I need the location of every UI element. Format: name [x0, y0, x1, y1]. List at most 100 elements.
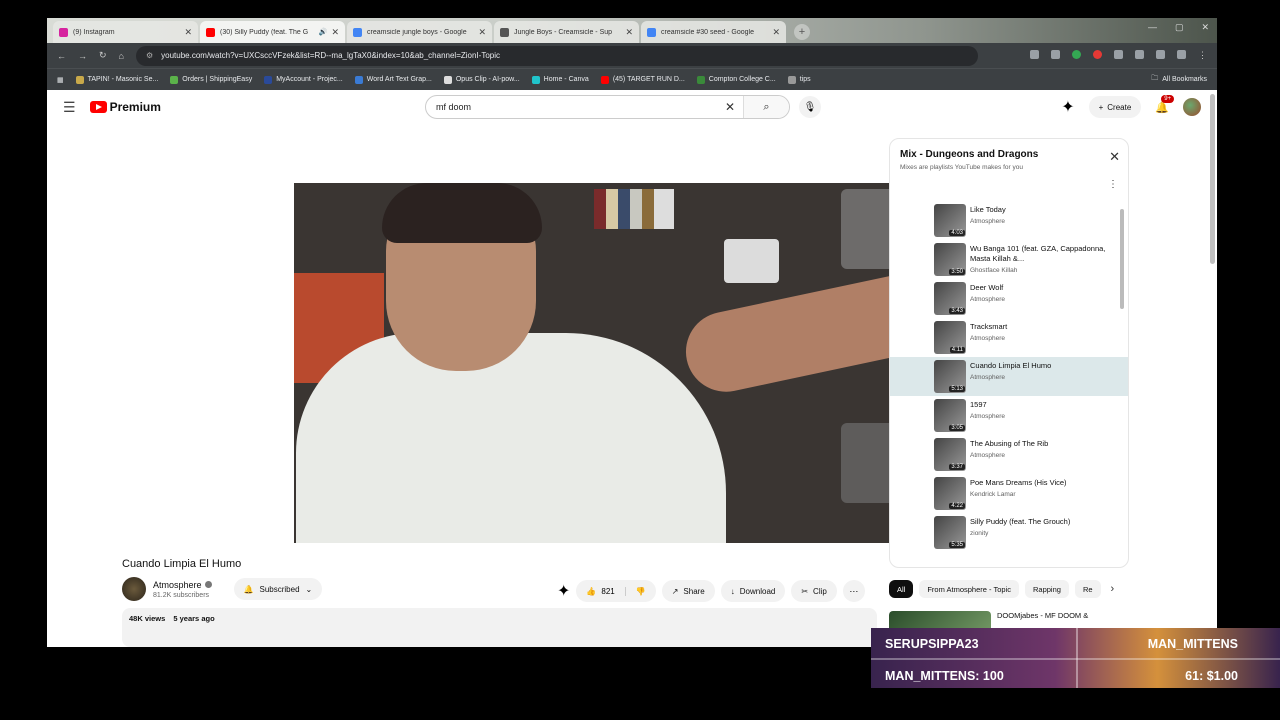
guide-menu-icon[interactable]: ☰	[63, 99, 76, 116]
search-input[interactable]	[426, 102, 717, 112]
playlist-thumbnail[interactable]: 3:37	[934, 438, 966, 471]
speaker-icon[interactable]: 🔊	[319, 28, 328, 36]
minimize-icon[interactable]: —	[1148, 22, 1157, 33]
like-button[interactable]: 👍 821	[576, 586, 626, 596]
playlist-item[interactable]: 3:50 Wu Banga 101 (feat. GZA, Cappadonna,…	[890, 240, 1128, 279]
install-icon[interactable]	[1030, 50, 1039, 59]
new-tab-button[interactable]: +	[794, 24, 810, 40]
subscribed-button[interactable]: 🔔 Subscribed ⌄	[233, 578, 323, 600]
playlist-thumbnail[interactable]: 4:22	[934, 477, 966, 510]
close-tab-icon[interactable]: ✕	[625, 27, 633, 38]
playlist-thumbnail[interactable]: 4:11	[934, 321, 966, 354]
bookmark-item[interactable]: tips	[787, 75, 811, 84]
view-count: 48K views	[129, 614, 166, 623]
browser-tab[interactable]: Jungle Boys - Creamsicle - Sup ✕	[494, 21, 639, 43]
account-avatar[interactable]	[1183, 98, 1201, 116]
bookmark-item[interactable]: Word Art Text Grap...	[354, 75, 432, 84]
playlist-item[interactable]: 4:22 Poe Mans Dreams (His Vice) Kendrick L…	[890, 474, 1128, 513]
playlist-item[interactable]: 3:37 The Abusing of The Rib Atmosphere	[890, 435, 1128, 474]
browser-tab[interactable]: (9) Instagram ✕	[53, 21, 198, 43]
playlist-title[interactable]: Mix - Dungeons and Dragons	[900, 149, 1118, 160]
playlist-item[interactable]: 3:43 Deer Wolf Atmosphere	[890, 279, 1128, 318]
more-vert-icon[interactable]: ⋮	[1108, 179, 1118, 190]
bookmark-item[interactable]: TAPIN! - Masonic Se...	[75, 75, 158, 84]
playlist-item[interactable]: 3:05 1597 Atmosphere	[890, 396, 1128, 435]
bell-icon: 🔔	[243, 584, 254, 594]
extension-icon[interactable]	[1114, 50, 1123, 59]
apps-grid-icon[interactable]: ▦	[57, 76, 64, 84]
duration-badge: 3:05	[949, 425, 965, 431]
site-info-icon[interactable]: ⚙	[146, 51, 153, 60]
filter-chip[interactable]: All	[889, 580, 914, 598]
bookmark-item[interactable]: Opus Clip - AI-pow...	[443, 75, 520, 84]
description-box[interactable]: 48K views 5 years ago	[122, 608, 877, 647]
playlist-item[interactable]: 4:03 Like Today Atmosphere	[890, 201, 1128, 240]
playlist-thumbnail[interactable]: 5:13	[934, 360, 966, 393]
playlist-item[interactable]: 4:11 Tracksmart Atmosphere	[890, 318, 1128, 357]
dislike-button[interactable]: 👎	[626, 587, 656, 596]
download-button[interactable]: ↓ Download	[720, 580, 786, 602]
browser-tab[interactable]: creamsicle #30 seed - Google ✕	[641, 21, 786, 43]
playlist-thumbnail[interactable]: 4:03	[934, 204, 966, 237]
extensions-puzzle-icon[interactable]	[1135, 50, 1144, 59]
create-button[interactable]: + Create	[1088, 96, 1142, 118]
close-tab-icon[interactable]: ✕	[184, 27, 192, 38]
browser-tab[interactable]: (30) Silly Puddy (feat. The G 🔊 ✕	[200, 21, 345, 43]
more-actions-button[interactable]: ⋯	[842, 580, 865, 602]
share-button[interactable]: ↗ Share	[661, 580, 715, 602]
reload-icon[interactable]: ↻	[99, 50, 107, 61]
address-bar[interactable]: ⚙ youtube.com/watch?v=UXCsccVFzek&list=R…	[135, 45, 978, 66]
bookmark-item[interactable]: Home - Canva	[531, 75, 589, 84]
playlist-item-title: Silly Puddy (feat. The Grouch)	[970, 517, 1071, 526]
filter-chip[interactable]: Re	[1074, 580, 1101, 598]
bookmark-star-icon[interactable]	[1051, 50, 1060, 59]
forward-icon[interactable]: →	[78, 51, 87, 61]
youtube-logo[interactable]: Premium	[89, 100, 161, 114]
playlist-thumbnail[interactable]: 3:43	[934, 282, 966, 315]
thumbs-up-icon: 👍	[586, 586, 597, 596]
bookmark-item[interactable]: (45) TARGET RUN D...	[600, 75, 685, 84]
sidebar-icon[interactable]	[1156, 50, 1165, 59]
bookmark-item[interactable]: Orders | ShippingEasy	[170, 75, 252, 84]
bookmark-favicon-icon	[696, 75, 705, 84]
maximize-icon[interactable]: ▢	[1175, 22, 1184, 33]
notifications-button[interactable]: 🔔 9+	[1155, 94, 1175, 114]
page-scrollbar[interactable]	[1210, 94, 1215, 264]
close-tab-icon[interactable]: ✕	[772, 27, 780, 38]
profile-icon[interactable]	[1177, 50, 1186, 59]
extension-icon[interactable]	[1093, 50, 1102, 59]
gemini-sparkle-icon[interactable]: ✦	[1061, 97, 1074, 117]
home-icon[interactable]: ⌂	[119, 51, 124, 61]
playlist-thumbnail[interactable]: 3:05	[934, 399, 966, 432]
playlist-scrollbar[interactable]	[1120, 209, 1124, 309]
channel-avatar[interactable]	[122, 577, 146, 601]
video-player[interactable]	[294, 183, 934, 543]
close-tab-icon[interactable]: ✕	[478, 27, 486, 38]
close-icon[interactable]: ✕	[1109, 149, 1120, 165]
filter-chip[interactable]: From Atmosphere - Topic	[919, 580, 1019, 598]
gemini-sparkle-icon[interactable]: ✦	[557, 581, 570, 601]
close-window-icon[interactable]: ✕	[1201, 22, 1209, 33]
playlist-item[interactable]: 5:13 Cuando Limpia El Humo Atmosphere	[890, 357, 1128, 396]
browser-tab[interactable]: creamsicle jungle boys - Google ✕	[347, 21, 492, 43]
all-bookmarks-button[interactable]: 🗀 All Bookmarks	[1151, 74, 1207, 85]
playlist-item-artist: Atmosphere	[970, 374, 1006, 381]
filter-chip[interactable]: Rapping	[1025, 580, 1069, 598]
bookmark-item[interactable]: MyAccount - Projec...	[264, 75, 343, 84]
clip-button[interactable]: ✂ Clip	[791, 580, 837, 602]
channel-name[interactable]: Atmosphere	[153, 580, 202, 590]
back-icon[interactable]: ←	[57, 51, 66, 61]
playlist-items: 4:03 Like Today Atmosphere 3:50 Wu Banga 101…	[890, 201, 1128, 552]
extension-icon[interactable]	[1072, 50, 1081, 59]
playlist-thumbnail[interactable]: 5:35	[934, 516, 966, 549]
clear-search-icon[interactable]: ✕	[717, 100, 743, 114]
search-button[interactable]: ⌕	[743, 96, 789, 118]
playlist-item-artist: Atmosphere	[970, 452, 1006, 459]
bookmark-item[interactable]: Compton College C...	[696, 75, 776, 84]
chevron-right-icon[interactable]: ›	[1111, 583, 1115, 595]
menu-kebab-icon[interactable]: ⋮	[1198, 50, 1207, 61]
close-tab-icon[interactable]: ✕	[331, 27, 339, 38]
voice-search-button[interactable]: 🎙	[799, 96, 821, 118]
playlist-item[interactable]: 5:35 Silly Puddy (feat. The Grouch) zionit…	[890, 513, 1128, 552]
playlist-thumbnail[interactable]: 3:50	[934, 243, 966, 276]
